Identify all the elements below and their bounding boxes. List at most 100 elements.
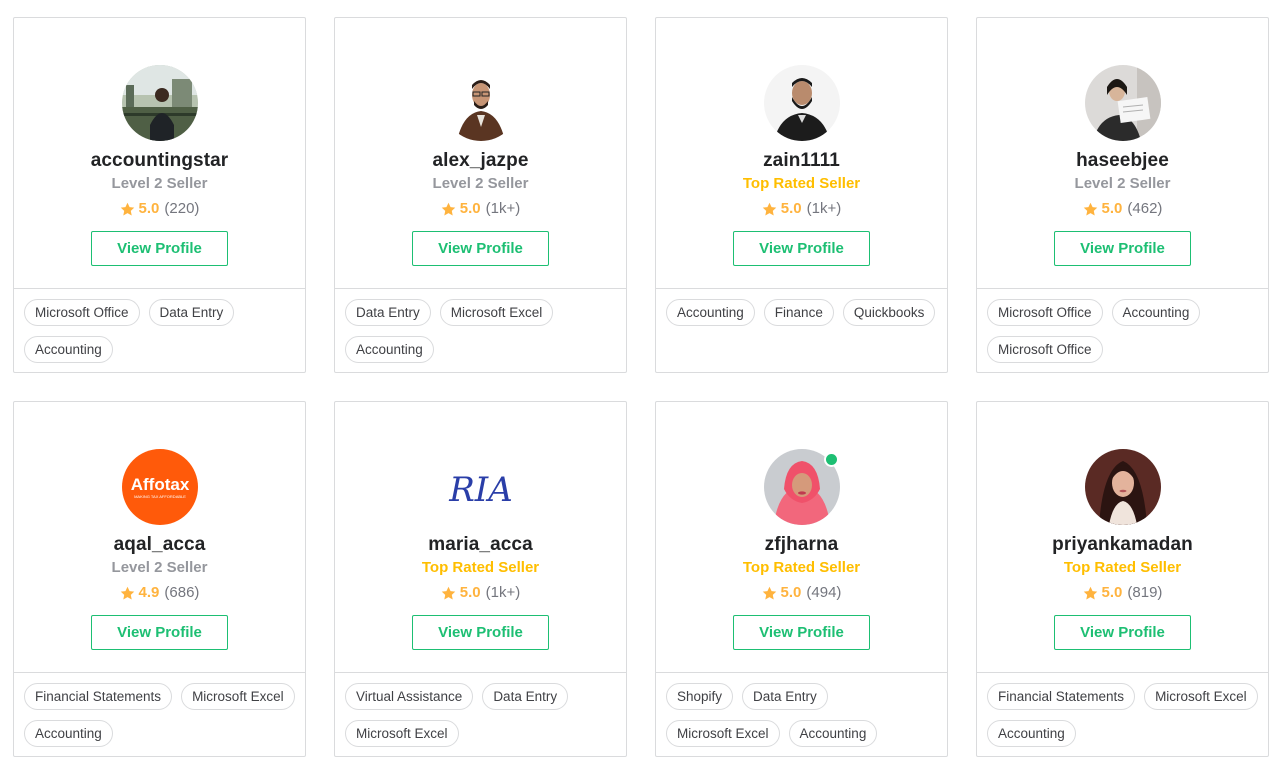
seller-level: Level 2 Seller	[111, 559, 208, 576]
star-icon	[120, 202, 134, 215]
avatar-photo	[763, 65, 840, 141]
view-profile-button[interactable]: View Profile	[1054, 615, 1191, 650]
logo-wordmark: RIA	[448, 470, 513, 510]
skill-tag[interactable]: Accounting	[24, 336, 113, 363]
logo-wordmark: Affotax	[130, 475, 189, 494]
skill-tag[interactable]: Microsoft Office	[24, 299, 140, 326]
seller-card: Affotax MAKING TAX AFFORDABLE aqal_acca …	[13, 401, 306, 757]
view-profile-button[interactable]: View Profile	[733, 231, 870, 266]
view-profile-button[interactable]: View Profile	[91, 615, 228, 650]
skill-tag[interactable]: Finance	[763, 299, 834, 326]
seller-username[interactable]: zain1111	[763, 149, 840, 173]
review-count: (494)	[806, 584, 842, 601]
review-count: (1k+)	[485, 584, 521, 601]
skill-tag[interactable]: Accounting	[666, 299, 755, 326]
skill-tags: Virtual Assistance Data Entry Microsoft …	[335, 673, 626, 747]
avatar-photo	[442, 65, 519, 141]
seller-card-header: alex_jazpe Level 2 Seller 5.0 (1k+) View…	[335, 18, 626, 289]
skill-tag[interactable]: Data Entry	[482, 683, 569, 710]
affotax-logo: Affotax MAKING TAX AFFORDABLE	[121, 449, 198, 525]
seller-username[interactable]: maria_acca	[428, 533, 533, 557]
seller-card-header: priyankamadan Top Rated Seller 5.0 (819)…	[977, 402, 1268, 673]
seller-username[interactable]: alex_jazpe	[432, 149, 528, 173]
avatar[interactable]	[121, 65, 198, 141]
seller-username[interactable]: zfjharna	[765, 533, 839, 557]
seller-level: Level 2 Seller	[432, 175, 529, 192]
skill-tag[interactable]: Virtual Assistance	[345, 683, 474, 710]
skill-tag[interactable]: Financial Statements	[24, 683, 173, 710]
star-icon	[441, 586, 456, 599]
skill-tag[interactable]: Financial Statements	[987, 683, 1136, 710]
online-status-dot	[823, 452, 839, 467]
skill-tag[interactable]: Quickbooks	[842, 299, 936, 326]
skill-tag[interactable]: Data Entry	[345, 299, 431, 326]
rating-score: 5.0	[459, 200, 481, 217]
avatar[interactable]	[763, 65, 840, 141]
avatar[interactable]	[442, 65, 519, 141]
review-count: (1k+)	[806, 200, 842, 217]
seller-rating: 5.0 (819)	[1083, 583, 1163, 603]
skill-tag[interactable]: Shopify	[666, 683, 734, 710]
rating-score: 5.0	[138, 200, 160, 217]
skill-tag[interactable]: Microsoft Excel	[181, 683, 295, 710]
review-count: (1k+)	[485, 200, 521, 217]
seller-level: Top Rated Seller	[742, 559, 861, 576]
skill-tag[interactable]: Microsoft Excel	[666, 720, 780, 747]
seller-card-header: zain1111 Top Rated Seller 5.0 (1k+) View…	[656, 18, 947, 289]
skill-tag[interactable]: Microsoft Excel	[1144, 683, 1258, 710]
rating-score: 4.9	[138, 584, 160, 601]
skill-tag[interactable]: Accounting	[987, 720, 1076, 747]
seller-rating: 5.0 (1k+)	[762, 199, 841, 219]
seller-card: priyankamadan Top Rated Seller 5.0 (819)…	[976, 401, 1269, 757]
view-profile-button[interactable]: View Profile	[91, 231, 228, 266]
seller-rating: 5.0 (494)	[762, 583, 842, 603]
avatar[interactable]: Affotax MAKING TAX AFFORDABLE	[121, 449, 198, 525]
avatar[interactable]	[763, 449, 840, 525]
avatar[interactable]: RIA	[442, 449, 519, 525]
rating-score: 5.0	[1101, 200, 1123, 217]
seller-card: RIA maria_acca Top Rated Seller 5.0 (1k+…	[334, 401, 627, 757]
seller-card: accountingstar Level 2 Seller 5.0 (220) …	[13, 17, 306, 373]
review-count: (819)	[1127, 584, 1163, 601]
seller-card: zain1111 Top Rated Seller 5.0 (1k+) View…	[655, 17, 948, 373]
seller-card: alex_jazpe Level 2 Seller 5.0 (1k+) View…	[334, 17, 627, 373]
seller-rating: 5.0 (462)	[1083, 199, 1162, 219]
seller-level: Level 2 Seller	[1074, 175, 1171, 192]
seller-level: Top Rated Seller	[421, 559, 540, 576]
seller-username[interactable]: accountingstar	[91, 149, 229, 173]
avatar-photo	[1084, 65, 1161, 141]
skill-tag[interactable]: Microsoft Office	[987, 299, 1103, 326]
seller-username[interactable]: priyankamadan	[1052, 533, 1193, 557]
skill-tags: Financial Statements Microsoft Excel Acc…	[977, 673, 1268, 747]
seller-card: haseebjee Level 2 Seller 5.0 (462) View …	[976, 17, 1269, 373]
seller-rating: 4.9 (686)	[120, 583, 200, 603]
seller-card-header: Affotax MAKING TAX AFFORDABLE aqal_acca …	[14, 402, 305, 673]
review-count: (686)	[164, 584, 200, 601]
skill-tag[interactable]: Accounting	[24, 720, 113, 747]
avatar[interactable]	[1084, 449, 1161, 525]
seller-username[interactable]: haseebjee	[1076, 149, 1169, 173]
skill-tag[interactable]: Microsoft Excel	[345, 720, 459, 747]
skill-tag[interactable]: Microsoft Office	[987, 336, 1103, 363]
rating-score: 5.0	[780, 584, 802, 601]
skill-tag[interactable]: Data Entry	[148, 299, 235, 326]
view-profile-button[interactable]: View Profile	[412, 615, 549, 650]
logo-tagline: MAKING TAX AFFORDABLE	[134, 494, 186, 499]
skill-tag[interactable]: Accounting	[345, 336, 434, 363]
view-profile-button[interactable]: View Profile	[733, 615, 870, 650]
skill-tag[interactable]: Accounting	[1111, 299, 1201, 326]
seller-level: Level 2 Seller	[111, 175, 208, 192]
skill-tags: Accounting Finance Quickbooks	[656, 289, 947, 326]
skill-tag[interactable]: Microsoft Excel	[439, 299, 554, 326]
seller-username[interactable]: aqal_acca	[114, 533, 206, 557]
skill-tag[interactable]: Data Entry	[742, 683, 828, 710]
avatar[interactable]	[1084, 65, 1161, 141]
skill-tags: Microsoft Office Accounting Microsoft Of…	[977, 289, 1268, 363]
seller-card-header: haseebjee Level 2 Seller 5.0 (462) View …	[977, 18, 1268, 289]
skill-tag[interactable]: Accounting	[788, 720, 878, 747]
rating-score: 5.0	[780, 200, 802, 217]
view-profile-button[interactable]: View Profile	[1054, 231, 1191, 266]
view-profile-button[interactable]: View Profile	[412, 231, 549, 266]
skill-tags: Data Entry Microsoft Excel Accounting	[335, 289, 626, 363]
rating-score: 5.0	[1101, 584, 1123, 601]
